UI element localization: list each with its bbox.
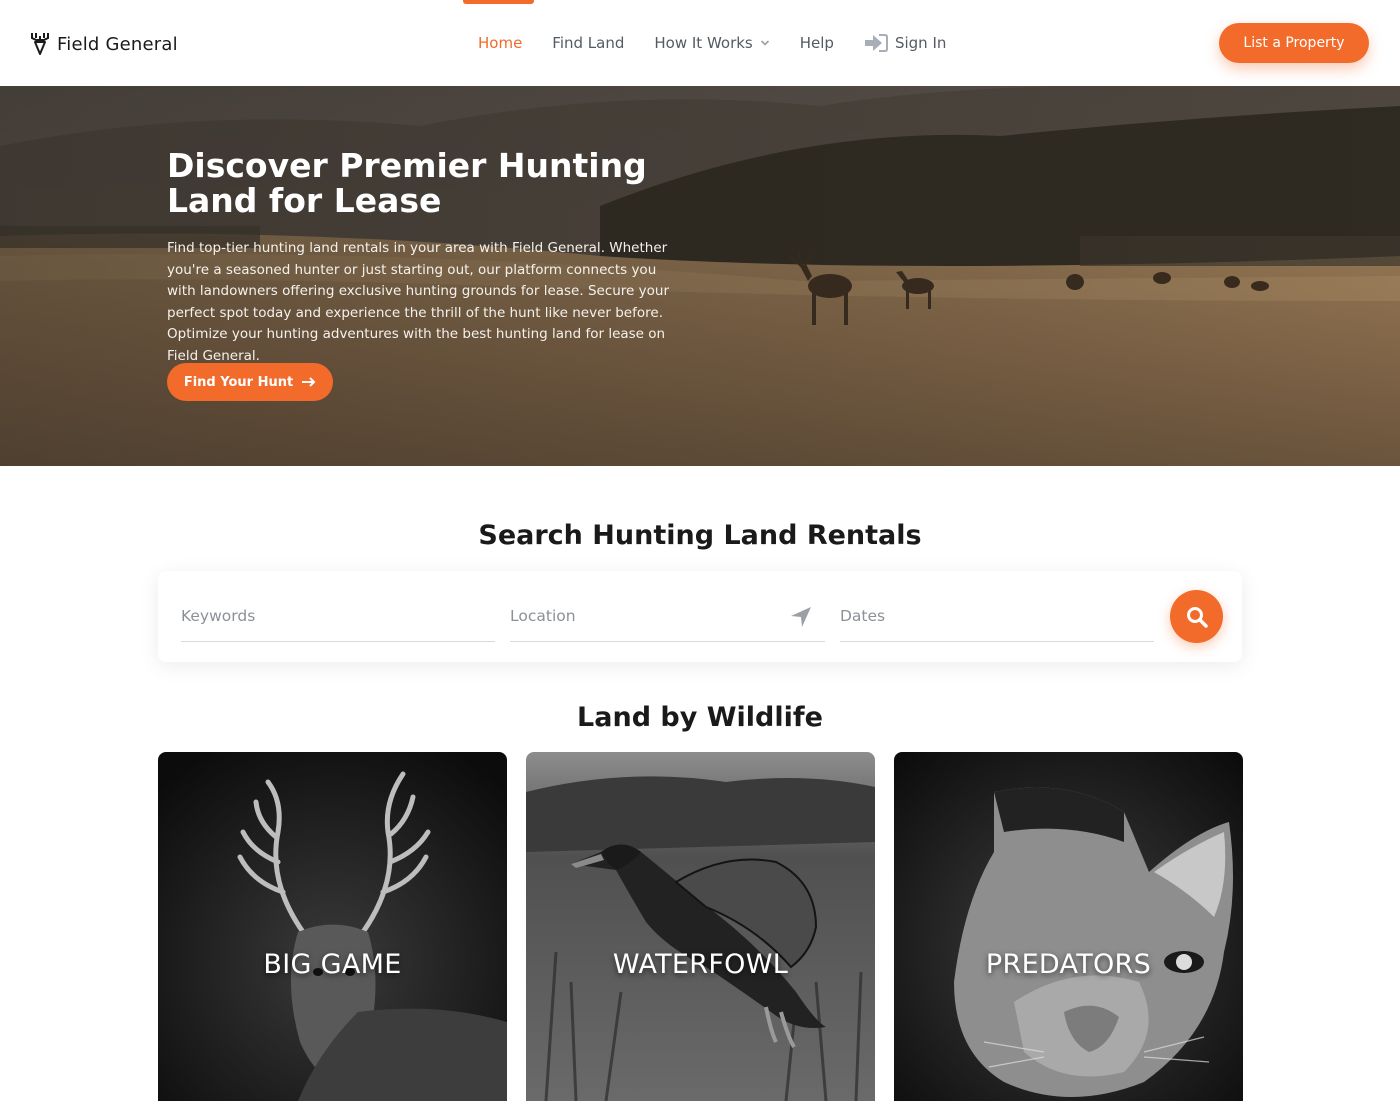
big-game-label: BIG GAME (263, 949, 402, 980)
site-logo[interactable]: Field General (30, 30, 178, 58)
active-nav-indicator (463, 0, 534, 4)
wildlife-section-title: Land by Wildlife (577, 702, 823, 733)
location-arrow-icon[interactable] (789, 605, 813, 629)
predators-image (894, 752, 1243, 1101)
search-button[interactable] (1170, 590, 1223, 643)
hero-description: Find top-tier hunting land rentals in yo… (167, 240, 670, 364)
find-your-hunt-button[interactable]: Find Your Hunt (167, 363, 333, 401)
main-nav: Home Find Land How It Works Help Sign In (478, 32, 976, 54)
search-section-title: Search Hunting Land Rentals (478, 520, 922, 551)
site-header: Field General Home Find Land How It Work… (0, 0, 1400, 86)
search-icon (1186, 606, 1208, 628)
keywords-field (181, 593, 495, 642)
logo-text: Field General (57, 33, 178, 55)
sign-in-arrow-icon (864, 34, 888, 52)
hero-section: Discover Premier Hunting Land for Lease … (0, 86, 1400, 466)
keywords-input[interactable] (181, 593, 495, 639)
nav-home[interactable]: Home (478, 34, 522, 52)
dates-field (840, 593, 1154, 642)
list-property-button[interactable]: List a Property (1219, 23, 1369, 63)
predators-label: PREDATORS (985, 949, 1152, 980)
search-form (158, 571, 1242, 662)
hero-title: Discover Premier Hunting Land for Lease (167, 146, 647, 220)
location-input[interactable] (510, 593, 825, 639)
chevron-down-icon (760, 40, 769, 46)
nav-how-it-works[interactable]: How It Works (654, 34, 769, 52)
wildlife-card-predators[interactable]: PREDATORS (894, 752, 1243, 1101)
nav-sign-in[interactable]: Sign In (864, 33, 946, 53)
arrow-right-icon (302, 377, 316, 387)
big-game-image (158, 752, 507, 1101)
location-field (510, 593, 825, 642)
nav-how-it-works-label: How It Works (654, 34, 753, 52)
waterfowl-image (526, 752, 875, 1101)
find-your-hunt-label: Find Your Hunt (183, 374, 294, 390)
waterfowl-label: WATERFOWL (612, 949, 789, 980)
wildlife-card-big-game[interactable]: BIG GAME (158, 752, 507, 1101)
nav-find-land[interactable]: Find Land (552, 34, 624, 52)
wildlife-card-waterfowl[interactable]: WATERFOWL (526, 752, 875, 1101)
deer-antler-logo-icon (31, 33, 49, 55)
nav-help[interactable]: Help (800, 34, 834, 52)
dates-input[interactable] (840, 593, 1154, 639)
sign-in-label: Sign In (894, 34, 947, 52)
